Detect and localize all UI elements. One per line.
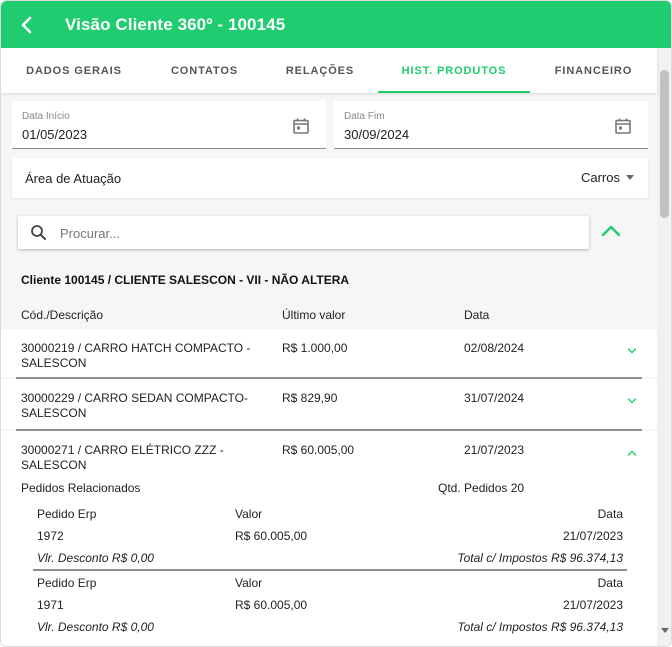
calendar-icon[interactable]: [292, 117, 310, 135]
order-number: 1971: [37, 598, 64, 612]
area-select-value: Carros: [580, 170, 620, 185]
order-value: R$ 60.005,00: [235, 529, 308, 543]
column-header-desc: Cód./Descrição: [21, 308, 104, 322]
tab-dados-gerais[interactable]: DADOS GERAIS: [1, 48, 147, 93]
product-row[interactable]: 30000229 / CARRO SEDAN COMPACTO- SALESCO…: [1, 379, 657, 429]
chevron-up-icon[interactable]: [599, 221, 623, 241]
page-title: Visão Cliente 360º - 100145: [65, 14, 286, 34]
product-value: R$ 60.005,00: [282, 443, 355, 457]
start-date-value: 01/05/2023: [22, 127, 88, 142]
tab-relacoes[interactable]: RELAÇÕES: [262, 48, 378, 93]
product-value: R$ 829,90: [282, 391, 338, 405]
value-header-label: Valor: [235, 576, 263, 590]
product-date: 02/08/2024: [464, 341, 525, 355]
chevron-down-icon[interactable]: [627, 347, 637, 355]
product-date: 21/07/2023: [464, 443, 525, 457]
order-total: Total c/ Impostos R$ 96.374,13: [457, 551, 623, 565]
order-header-label: Pedido Erp: [37, 507, 97, 521]
product-desc: 30000271 / CARRO ELÉTRICO ZZZ - SALESCON: [21, 443, 224, 472]
chevron-down-icon[interactable]: [627, 397, 637, 405]
order-item: Pedido Erp Valor Data 1972 R$ 60.005,00 …: [33, 507, 627, 573]
order-item: Pedido Erp Valor Data 1971 R$ 60.005,00 …: [33, 576, 627, 642]
tab-financeiro[interactable]: FINANCEIRO: [530, 48, 657, 93]
product-desc: 30000229 / CARRO SEDAN COMPACTO- SALESCO…: [21, 391, 248, 420]
area-filter: Área de Atuação Carros: [12, 158, 648, 198]
column-header-date: Data: [464, 308, 490, 322]
order-discount: Vlr. Desconto R$ 0,00: [37, 620, 154, 634]
area-label: Área de Atuação: [25, 171, 122, 186]
related-orders-label: Pedidos Relacionados: [21, 481, 141, 495]
area-select[interactable]: Carros: [581, 170, 634, 185]
search-icon: [31, 225, 46, 240]
app-window: Visão Cliente 360º - 100145 DADOS GERAIS…: [0, 0, 672, 647]
client-title: Cliente 100145 / CLIENTE SALESCON - VII …: [21, 273, 350, 287]
order-discount: Vlr. Desconto R$ 0,00: [37, 551, 154, 565]
order-header-label: Pedido Erp: [37, 576, 97, 590]
product-value: R$ 1.000,00: [282, 341, 348, 355]
calendar-icon[interactable]: [614, 117, 632, 135]
app-header: Visão Cliente 360º - 100145: [1, 1, 671, 48]
date-header-label: Data: [597, 576, 623, 590]
caret-down-icon: [626, 175, 634, 180]
end-date-label: Data Fim: [344, 111, 385, 122]
value-header-label: Valor: [235, 507, 263, 521]
product-date: 31/07/2024: [464, 391, 525, 405]
tab-contatos[interactable]: CONTATOS: [147, 48, 262, 93]
end-date-field[interactable]: Data Fim 30/09/2024: [334, 101, 648, 149]
chevron-up-icon[interactable]: [627, 449, 637, 457]
date-header-label: Data: [597, 507, 623, 521]
vertical-scrollbar[interactable]: [657, 48, 671, 646]
back-button[interactable]: [3, 1, 53, 48]
start-date-label: Data Início: [22, 111, 70, 122]
orders-count: Qtd. Pedidos 20: [438, 481, 525, 495]
tab-bar: DADOS GERAIS CONTATOS RELAÇÕES HIST. PRO…: [1, 48, 657, 93]
column-header-value: Último valor: [282, 308, 346, 322]
order-date: 21/07/2023: [562, 529, 623, 543]
order-total: Total c/ Impostos R$ 96.374,13: [457, 620, 623, 634]
content-area: Data Início 01/05/2023 Data Fim 30/09/20…: [1, 93, 657, 646]
product-row[interactable]: 30000219 / CARRO HATCH COMPACTO - SALESC…: [1, 329, 657, 377]
tab-hist-produtos[interactable]: HIST. PRODUTOS: [378, 48, 530, 93]
product-row-expanded[interactable]: 30000271 / CARRO ELÉTRICO ZZZ - SALESCON…: [1, 431, 657, 646]
order-date: 21/07/2023: [562, 598, 623, 612]
back-arrow-icon: [21, 16, 32, 33]
order-divider: [33, 569, 627, 571]
order-value: R$ 60.005,00: [235, 598, 308, 612]
scrollbar-thumb[interactable]: [660, 70, 669, 218]
scroll-down-arrow-icon[interactable]: [661, 628, 669, 633]
start-date-field[interactable]: Data Início 01/05/2023: [12, 101, 326, 149]
search-box: [18, 216, 589, 249]
search-input[interactable]: [60, 223, 570, 243]
product-desc: 30000219 / CARRO HATCH COMPACTO - SALESC…: [21, 341, 251, 370]
end-date-value: 30/09/2024: [344, 127, 410, 142]
order-number: 1972: [37, 529, 64, 543]
